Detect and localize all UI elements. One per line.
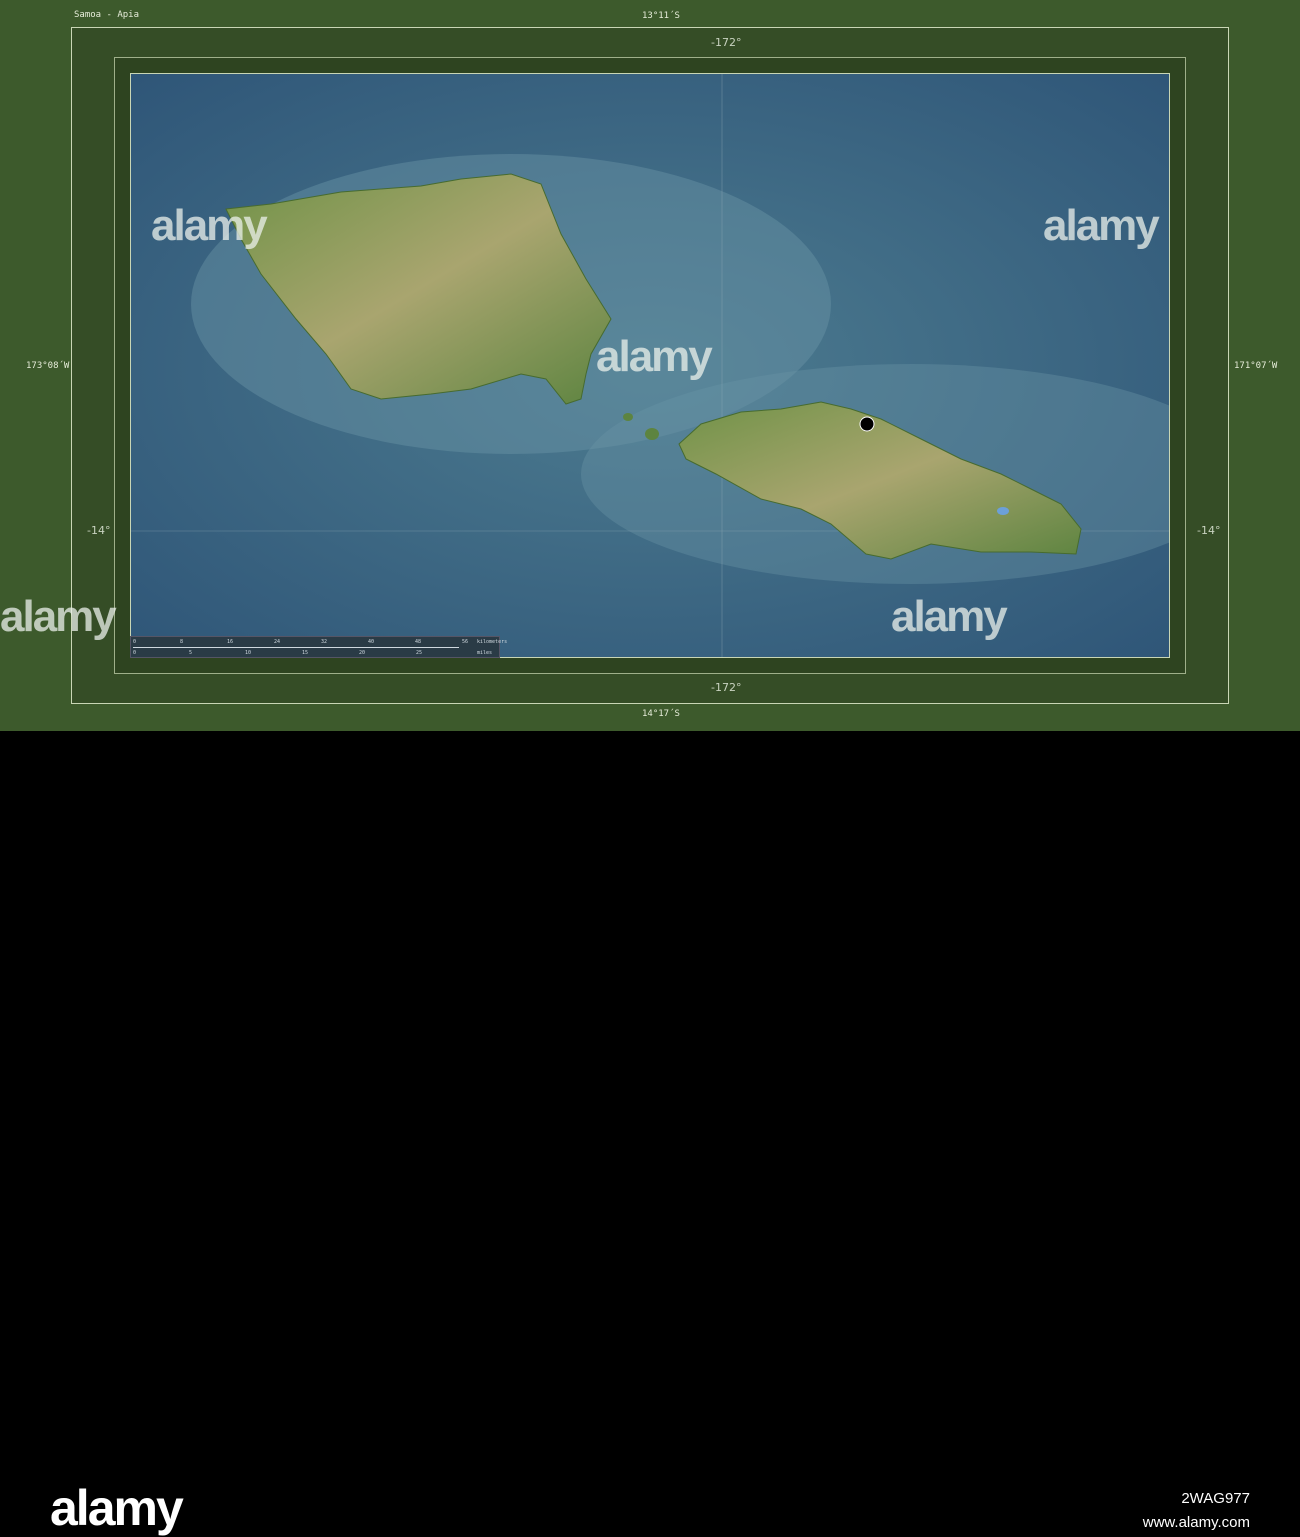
km-tick: 16 [227, 639, 234, 645]
watermark: alamy [151, 201, 268, 250]
graticule-left-label: -14° [87, 524, 111, 537]
km-tick: 32 [321, 639, 328, 645]
image-info: 2WAG977 www.alamy.com [1143, 1487, 1250, 1535]
image-id: 2WAG977 [1181, 1490, 1250, 1507]
km-tick: 48 [415, 639, 422, 645]
mi-unit: miles [477, 650, 493, 656]
alamy-logo: alamy [50, 1480, 184, 1536]
lat-bottom-label: 14°17´S [642, 709, 680, 719]
watermark: alamy [1043, 201, 1160, 250]
mi-tick: 15 [302, 650, 309, 656]
mi-tick: 10 [245, 650, 252, 656]
capital-apia-marker [859, 416, 875, 432]
km-tick: 24 [274, 639, 281, 645]
graticule-top-label: -172° [711, 36, 742, 49]
map-area[interactable]: alamy alamy alamy alamy [130, 73, 1170, 658]
watermark: alamy [596, 332, 713, 381]
mi-tick: 5 [189, 650, 193, 656]
mi-tick: 20 [359, 650, 366, 656]
graticule-right-label: -14° [1197, 524, 1221, 537]
lat-top-label: 13°11´S [642, 11, 680, 21]
map-frame: Samoa - Apia 13°11´S 14°17´S 173°08´W 17… [0, 0, 1300, 731]
lon-right-label: 171°07´W [1234, 361, 1278, 371]
km-tick: 56 [462, 639, 469, 645]
km-tick: 8 [180, 639, 184, 645]
km-tick: 40 [368, 639, 375, 645]
site-url[interactable]: www.alamy.com [1143, 1511, 1250, 1535]
mi-tick: 0 [133, 650, 137, 656]
map-title: Samoa - Apia [74, 10, 140, 20]
km-unit: kilometers [477, 639, 508, 645]
lon-left-label: 173°08´W [26, 361, 70, 371]
km-tick: 0 [133, 639, 137, 645]
scale-bar: 0 8 16 24 32 40 48 56 kilometers 0 5 10 … [130, 636, 507, 658]
footer-bar: alamy 2WAG977 www.alamy.com [0, 731, 1300, 1536]
watermark: alamy [891, 592, 1008, 641]
mi-tick: 25 [416, 650, 423, 656]
watermark: alamy [0, 592, 117, 641]
graticule-bottom-label: -172° [711, 681, 742, 694]
